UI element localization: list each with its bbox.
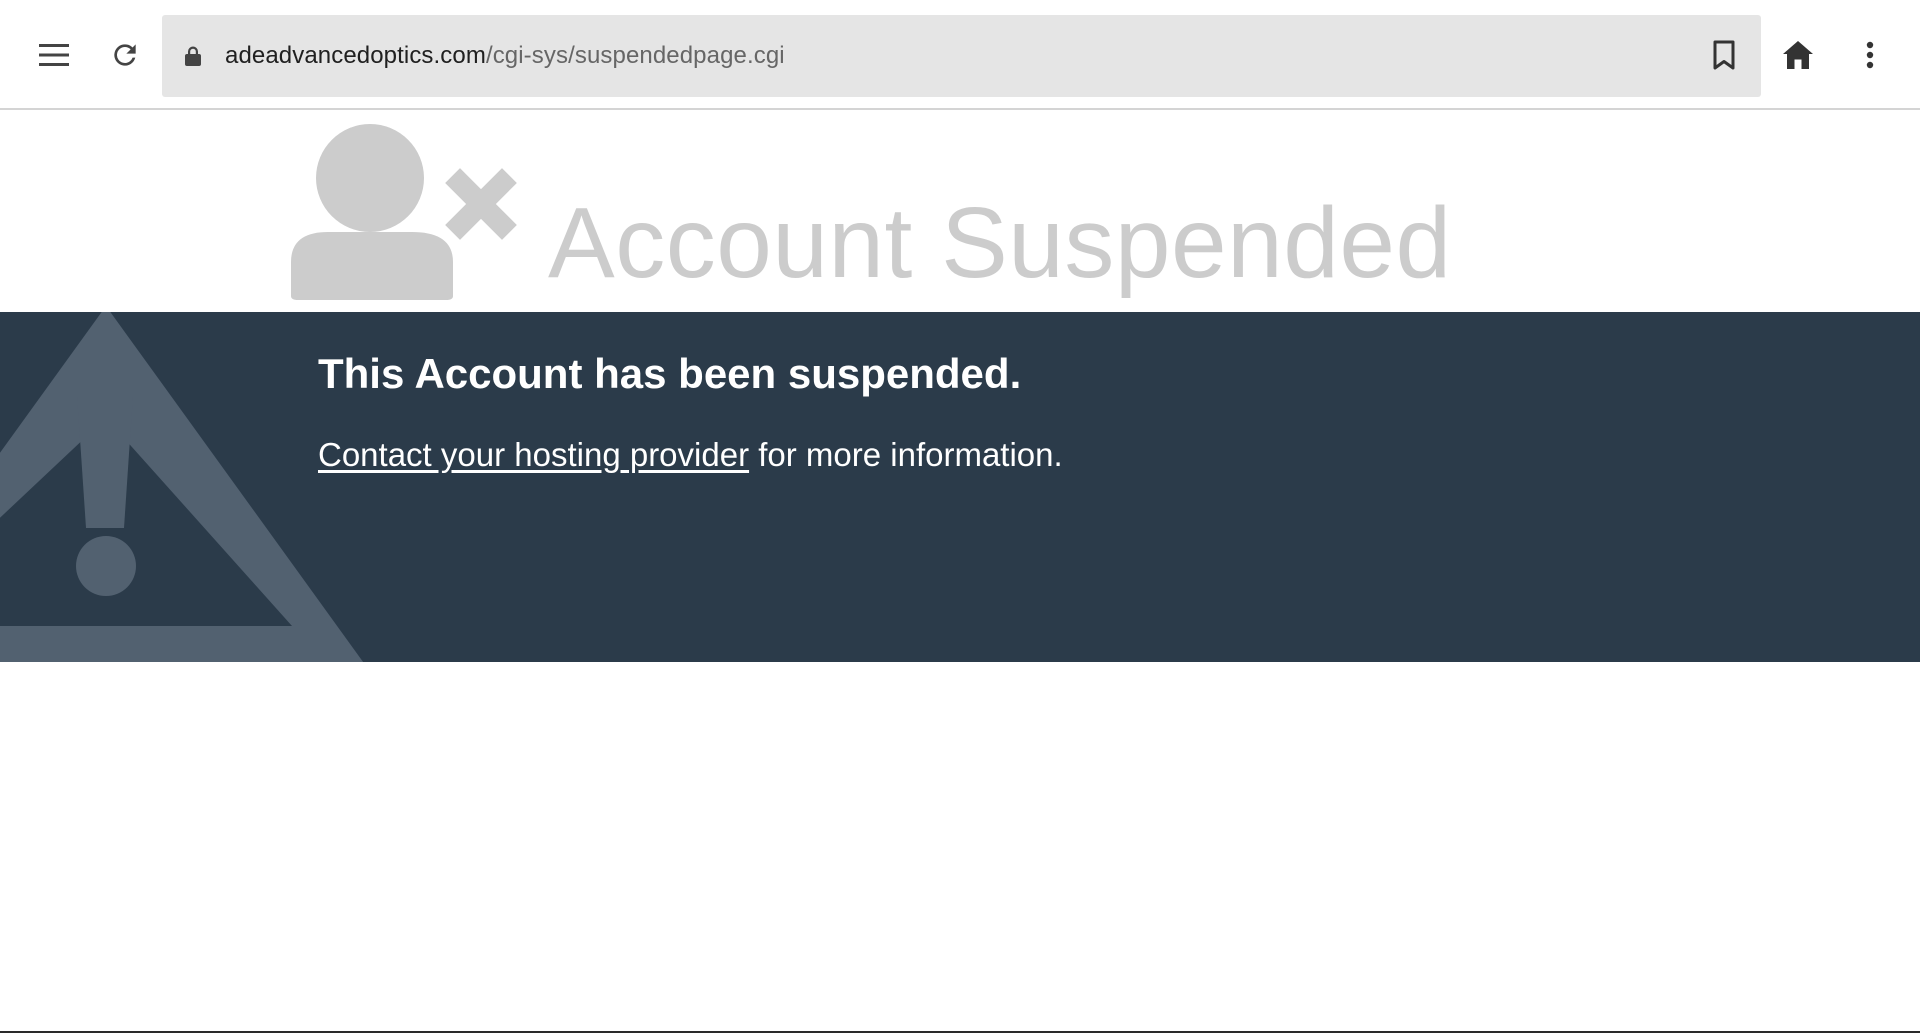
contact-provider-link[interactable]: Contact your hosting provider <box>318 436 749 473</box>
url-text[interactable]: adeadvancedoptics.com/cgi-sys/suspendedp… <box>225 15 785 97</box>
reload-button[interactable] <box>95 25 155 85</box>
page-header: Account Suspended <box>0 112 1920 312</box>
url-host: adeadvancedoptics.com <box>225 42 486 69</box>
suspension-notice: This Account has been suspended. Contact… <box>0 312 1920 662</box>
page-title: Account Suspended <box>548 187 1452 299</box>
user-suspended-icon <box>291 124 517 300</box>
more-options-button[interactable] <box>1840 25 1900 85</box>
notice-suffix: for more information. <box>749 436 1063 473</box>
menu-button[interactable] <box>24 25 84 85</box>
address-bar[interactable]: adeadvancedoptics.com/cgi-sys/suspendedp… <box>162 15 1761 97</box>
url-path: /cgi-sys/suspendedpage.cgi <box>485 42 785 69</box>
lock-icon <box>185 46 201 66</box>
bookmark-button[interactable] <box>1694 25 1754 85</box>
more-vert-icon <box>1866 41 1874 69</box>
home-button[interactable] <box>1768 25 1828 85</box>
menu-icon <box>39 44 69 66</box>
reload-icon <box>114 44 136 66</box>
bookmark-icon <box>1713 40 1735 70</box>
warning-icon <box>0 312 364 662</box>
notice-title: This Account has been suspended. <box>318 350 1022 397</box>
home-icon <box>1783 41 1813 69</box>
notice-message: Contact your hosting provider for more i… <box>318 432 1063 478</box>
browser-toolbar: adeadvancedoptics.com/cgi-sys/suspendedp… <box>0 0 1920 110</box>
